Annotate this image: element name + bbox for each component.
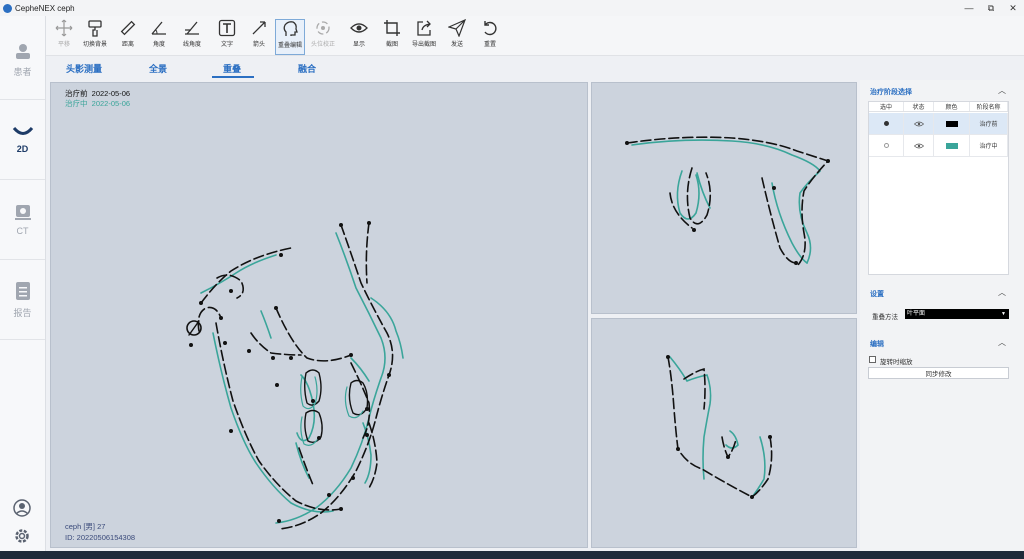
app-title: CepheNEX ceph <box>15 3 75 13</box>
rotate-scale-checkbox[interactable] <box>869 356 876 363</box>
minimize-button[interactable]: — <box>958 0 980 16</box>
angle-tool[interactable]: 角度 <box>144 19 174 55</box>
sync-edit-button[interactable]: 同步修改 <box>868 367 1009 379</box>
restore-button[interactable]: ⧉ <box>980 0 1002 16</box>
color-swatch-teal[interactable] <box>945 142 958 149</box>
patient-icon <box>15 43 30 59</box>
os-taskbar <box>0 551 1024 559</box>
export-icon <box>417 20 431 36</box>
overlay-method-select[interactable]: 叶平面 ▼ <box>905 309 1009 319</box>
main-overlay-view[interactable]: 治疗前 2022-05-06 治疗中 2022-05-06 ceph [男] 2… <box>50 82 588 548</box>
overlay-method-label: 重叠方法 <box>872 314 898 321</box>
crop-icon <box>384 20 400 36</box>
arrow-tool[interactable]: 箭头 <box>244 19 274 55</box>
tab-panorama[interactable]: 全景 <box>149 62 167 75</box>
mandible-detail-view[interactable] <box>591 318 857 548</box>
stage-table-header: 选中 状态 颜色 阶段名称 <box>869 102 1008 112</box>
mandible-tracing <box>666 355 773 499</box>
right-panel: 治疗阶段选择 ︿ 选中 状态 颜色 阶段名称 治疗前 治疗中 设置 ︿ 重叠方法… <box>860 80 1024 551</box>
overlay-edit-tool[interactable]: 重叠编辑 <box>275 19 305 55</box>
reset-tool[interactable]: 重置 <box>475 19 505 55</box>
tab-ceph[interactable]: 头影测量 <box>66 62 102 75</box>
nav-label-2d: 2D <box>16 144 29 154</box>
tab-fusion[interactable]: 融合 <box>298 62 316 75</box>
display-tool[interactable]: 显示 <box>344 19 374 55</box>
nav-item-ct[interactable]: CT <box>0 180 45 260</box>
arrow-icon <box>252 21 266 35</box>
nav-label-report: 报告 <box>13 307 32 318</box>
eye-visibility-icon[interactable] <box>913 143 924 149</box>
stage-section-title: 治疗阶段选择 <box>870 89 912 96</box>
dropdown-arrow-icon: ▼ <box>1001 311 1006 317</box>
active-tab-underline <box>212 76 254 78</box>
stage-row-before[interactable]: 治疗前 <box>869 113 1008 135</box>
text-tool[interactable]: 文字 <box>212 19 242 55</box>
eye-icon <box>350 23 368 33</box>
collapse-chevron-up-icon[interactable]: ︿ <box>998 287 1006 298</box>
nav-label-ct: CT <box>16 226 29 236</box>
text-icon <box>218 19 236 37</box>
jaw-icon <box>12 126 33 135</box>
color-swatch-black[interactable] <box>945 120 958 127</box>
view-tabs: 头影测量 全景 重叠 融合 <box>46 56 858 80</box>
select-radio[interactable] <box>883 121 889 126</box>
tab-overlay[interactable]: 重叠 <box>223 62 241 75</box>
eye-visibility-icon[interactable] <box>913 121 924 127</box>
nav-item-2d[interactable]: 2D <box>0 100 45 180</box>
send-tool[interactable]: 发送 <box>442 19 472 55</box>
line-angle-icon <box>185 21 199 35</box>
pan-tool[interactable]: 平移 <box>49 19 79 55</box>
angle-icon <box>151 21 166 35</box>
nav-label-patient: 患者 <box>13 66 32 77</box>
distance-tool[interactable]: 距离 <box>113 19 143 55</box>
close-button[interactable]: ✕ <box>1002 0 1024 16</box>
cephalometric-tracing <box>186 221 404 530</box>
maxilla-tracing <box>625 136 830 266</box>
paper-plane-icon <box>448 19 466 37</box>
ct-scanner-icon <box>14 205 31 220</box>
rotate-scale-label: 旋转时缩放 <box>880 359 913 366</box>
user-account-icon[interactable] <box>10 496 34 520</box>
maxilla-detail-view[interactable] <box>591 82 857 314</box>
nav-item-patient[interactable]: 患者 <box>0 20 45 100</box>
switch-background-tool[interactable]: 切换背景 <box>80 19 110 55</box>
title-bar: CepheNEX ceph — ⧉ ✕ <box>0 0 1024 16</box>
report-icon <box>15 281 30 300</box>
reset-icon <box>484 21 497 36</box>
app-logo-icon <box>3 3 12 13</box>
rotate-head-icon <box>316 21 330 35</box>
stage-row-during[interactable]: 治疗中 <box>869 135 1008 157</box>
settings-section-title: 设置 <box>870 291 884 298</box>
patient-id: ID: 20220506154308 <box>65 533 136 542</box>
move-icon <box>55 19 73 37</box>
collapse-chevron-up-icon[interactable]: ︿ <box>998 85 1006 96</box>
ruler-icon <box>120 20 136 36</box>
select-radio[interactable] <box>883 143 889 148</box>
line-angle-tool[interactable]: 线角度 <box>177 19 207 55</box>
stage2-legend: 治疗中 2022-05-06 <box>65 99 131 108</box>
paint-roller-icon <box>88 20 102 37</box>
export-screenshot-tool[interactable]: 导出截图 <box>409 19 439 55</box>
head-correction-tool[interactable]: 头位校正 <box>308 19 338 55</box>
settings-gear-icon[interactable] <box>10 524 34 548</box>
nav-item-report[interactable]: 报告 <box>0 260 45 340</box>
edit-section-title: 编辑 <box>870 341 884 348</box>
screenshot-tool[interactable]: 截图 <box>377 19 407 55</box>
collapse-chevron-up-icon[interactable]: ︿ <box>998 337 1006 348</box>
patient-info: ceph [男] 27 <box>65 522 106 531</box>
stage-table: 选中 状态 颜色 阶段名称 治疗前 治疗中 <box>868 101 1009 275</box>
left-nav: 患者 2D CT 报告 <box>0 16 46 551</box>
head-profile-icon <box>283 21 298 36</box>
toolbar: 平移 切换背景 距离 角度 线角度 文字 箭头 重叠编辑 头位校正 显示 截图 <box>46 16 1024 56</box>
window-controls: — ⧉ ✕ <box>958 0 1024 16</box>
